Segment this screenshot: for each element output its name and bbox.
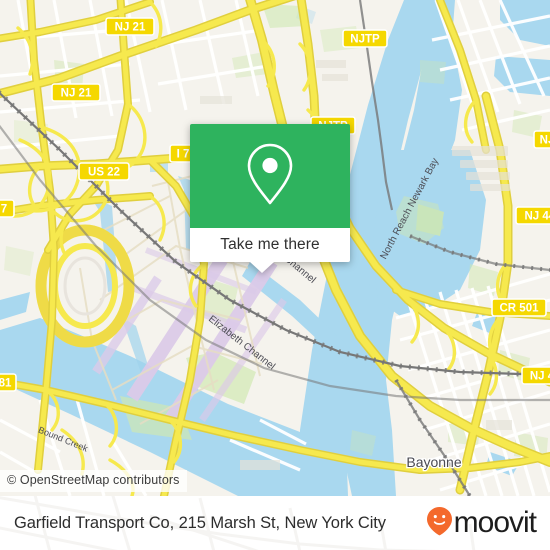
moovit-smiley-pin-icon bbox=[426, 506, 453, 541]
moovit-logo[interactable]: moovit bbox=[426, 506, 537, 541]
svg-text:NJTP: NJTP bbox=[350, 34, 380, 46]
svg-text:7: 7 bbox=[1, 204, 7, 216]
road-shield: CR 501 bbox=[491, 298, 547, 317]
popup-action-bar[interactable]: Take me there bbox=[190, 228, 350, 262]
road-shield: US 22 bbox=[78, 162, 130, 181]
road-shield: NJTP bbox=[342, 29, 388, 48]
road-shield: 81 bbox=[0, 373, 17, 392]
popup-pointer bbox=[250, 262, 274, 273]
road-shield: NJ 4 bbox=[521, 366, 550, 385]
location-title: Garfield Transport Co, 215 Marsh St, New… bbox=[14, 513, 386, 532]
road-shield: NJ 21 bbox=[51, 83, 101, 102]
svg-text:US 22: US 22 bbox=[88, 167, 120, 179]
svg-text:NJ 21: NJ 21 bbox=[115, 22, 146, 34]
road-shield: NJ 21 bbox=[105, 17, 155, 36]
road-shield: 7 bbox=[0, 199, 15, 218]
osm-attribution[interactable]: © OpenStreetMap contributors bbox=[0, 470, 187, 492]
road-shield: NJ bbox=[533, 130, 550, 149]
map-screenshot-root: North Reach Newark BayElizabeth Channelt… bbox=[0, 0, 550, 550]
svg-text:81: 81 bbox=[0, 378, 12, 390]
svg-text:NJ 440: NJ 440 bbox=[524, 211, 550, 223]
moovit-wordmark: moovit bbox=[453, 506, 537, 539]
take-me-there-label: Take me there bbox=[220, 236, 320, 253]
svg-text:NJ 4: NJ 4 bbox=[530, 371, 550, 383]
popup-green-header bbox=[190, 124, 350, 228]
bottom-info-bar: Garfield Transport Co, 215 Marsh St, New… bbox=[0, 496, 550, 550]
svg-text:NJ 21: NJ 21 bbox=[61, 88, 92, 100]
road-shield: NJ 440 bbox=[515, 206, 550, 225]
map-pin-icon bbox=[244, 141, 296, 212]
take-me-there-popup[interactable]: Take me there bbox=[190, 124, 350, 273]
svg-text:I 7: I 7 bbox=[177, 149, 190, 161]
place-label: Bayonne bbox=[406, 454, 461, 470]
svg-text:CR 501: CR 501 bbox=[500, 303, 540, 315]
svg-text:NJ: NJ bbox=[540, 135, 550, 147]
map-place-labels: Bayonne bbox=[405, 453, 463, 472]
bottom-bar-content: Garfield Transport Co, 215 Marsh St, New… bbox=[0, 496, 550, 550]
